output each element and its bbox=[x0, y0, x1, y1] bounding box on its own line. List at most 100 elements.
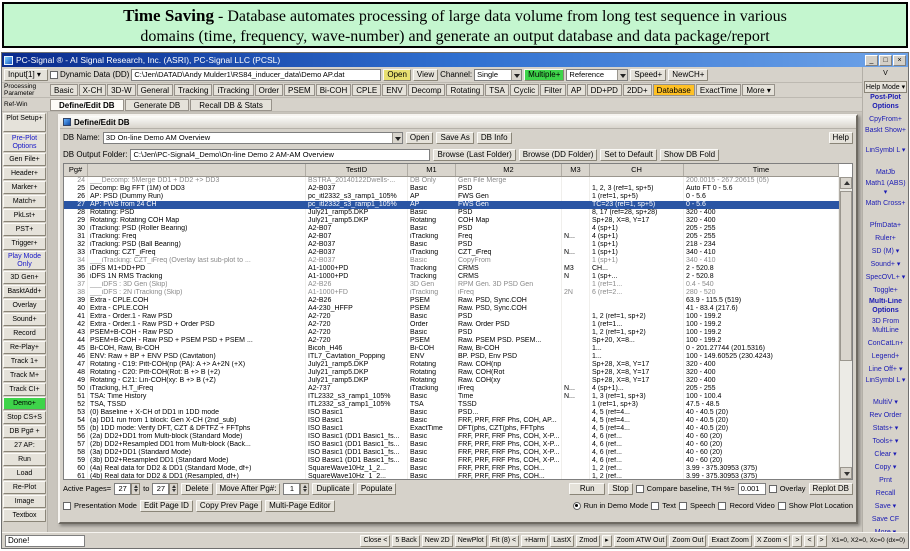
right-sidebar-button[interactable]: Multi-Line Options bbox=[864, 298, 907, 317]
processing-tab[interactable]: Cyclic bbox=[510, 84, 539, 96]
open-dd-button[interactable]: Open bbox=[383, 69, 411, 81]
db-folder-field[interactable]: C:\Jen\PC-Signal4_Demo\On-line Demo 2 AM… bbox=[130, 149, 430, 161]
left-sidebar-button[interactable]: Marker+ bbox=[3, 181, 46, 194]
right-sidebar-button[interactable]: Prnt bbox=[864, 475, 907, 487]
left-sidebar-button[interactable]: PkLst+ bbox=[3, 209, 46, 222]
left-sidebar-button[interactable]: Track M+ bbox=[3, 369, 46, 382]
table-header-cell[interactable]: TestID bbox=[306, 164, 408, 176]
status-bar-button[interactable]: < bbox=[804, 535, 814, 547]
right-sidebar-button[interactable]: Save ▾ bbox=[864, 501, 907, 513]
left-sidebar-button[interactable]: Play Mode Only bbox=[3, 251, 46, 270]
left-sidebar-button[interactable]: Track CI+ bbox=[3, 383, 46, 396]
right-sidebar-button[interactable]: Legend+ bbox=[864, 351, 907, 363]
table-row[interactable]: 45Bi-COH, Raw, Bi-COHBicoh_H46Bi-COHRaw,… bbox=[64, 345, 839, 353]
table-row[interactable]: 57(2b) DD2+Resampled DD1 from Multi-bloc… bbox=[64, 441, 839, 449]
speed-button[interactable]: Speed+ bbox=[630, 69, 666, 81]
left-sidebar-button[interactable]: DB Pg# + bbox=[3, 425, 46, 438]
left-sidebar-button[interactable]: Trigger+ bbox=[3, 237, 46, 250]
table-header-cell[interactable]: Pg# bbox=[64, 164, 88, 176]
maximize-button[interactable]: □ bbox=[879, 55, 892, 66]
table-row[interactable]: 25Decomp: Big FFT (1M) of DD3A2-B037Basi… bbox=[64, 185, 839, 193]
active-pages-to-spinner[interactable]: 27 bbox=[152, 483, 178, 495]
table-row[interactable]: 48Rotating - C20: Pitt-COH(Rot: B +> B (… bbox=[64, 369, 839, 377]
db-save-as-button[interactable]: Save As bbox=[436, 132, 473, 144]
right-sidebar-button[interactable]: Toggle+ bbox=[864, 285, 907, 297]
table-row[interactable]: 53(0) Baseline + X-CH of DD1 in 1DD mode… bbox=[64, 409, 839, 417]
table-row[interactable]: 39Extra - CPLE.COHA2-B26PSEMRaw. PSD, Sy… bbox=[64, 297, 839, 305]
right-sidebar-button[interactable]: 3D From MultLine bbox=[864, 318, 907, 337]
speech-checkbox[interactable] bbox=[679, 502, 687, 510]
table-header-cell[interactable]: M1 bbox=[408, 164, 456, 176]
processing-tab[interactable]: AP bbox=[567, 84, 586, 96]
right-sidebar-button[interactable]: CpyFrom+ bbox=[864, 114, 907, 126]
table-row[interactable]: 44PSEM+B-COH - Raw PSD + PSEM PSD + PSEM… bbox=[64, 337, 839, 345]
table-header-cell[interactable]: M3 bbox=[562, 164, 590, 176]
table-row[interactable]: 41Extra - Order.1 - Raw PSDA2-720BasicPS… bbox=[64, 313, 839, 321]
right-sidebar-button[interactable]: V bbox=[864, 68, 907, 80]
table-row[interactable]: 60(4a) Real data for DD2 & DD1 (Standard… bbox=[64, 465, 839, 473]
duplicate-button[interactable]: Duplicate bbox=[312, 483, 353, 495]
multiple-channel-button[interactable]: Multiple+ bbox=[524, 69, 564, 81]
processing-tab[interactable]: Rotating bbox=[446, 84, 484, 96]
processing-tab[interactable]: ENV bbox=[382, 84, 406, 96]
active-pages-from-spinner[interactable]: 27 bbox=[114, 483, 140, 495]
table-row[interactable]: 37___iDFS : 3D Gen (Skip)A2-B263D GenRPM… bbox=[64, 281, 839, 289]
left-sidebar-button[interactable]: BasktAdd+ bbox=[3, 285, 46, 298]
processing-tab[interactable]: Decomp bbox=[408, 84, 446, 96]
status-bar-button[interactable]: Zoom Out bbox=[669, 535, 706, 547]
view-dd-button[interactable]: View bbox=[413, 69, 438, 81]
left-sidebar-button[interactable]: Re-Play+ bbox=[3, 341, 46, 354]
copy-prev-page-button[interactable]: Copy Prev Page bbox=[196, 500, 262, 512]
dd-path-field[interactable]: C:\Jen\DATAD\Andy Mulder1\RS84_inducer_d… bbox=[131, 69, 381, 81]
browse-dd-folder-button[interactable]: Browse (DD Folder) bbox=[519, 149, 598, 161]
processing-tab[interactable]: Tracking bbox=[174, 84, 212, 96]
processing-tab[interactable]: 2DD+ bbox=[623, 84, 652, 96]
table-row[interactable]: 26AP: PSD (Dummy Run)pc_itl2332_s3_ramp1… bbox=[64, 193, 839, 201]
move-after-button[interactable]: Move After Pg#: bbox=[216, 483, 281, 495]
right-sidebar-button[interactable]: Copy ▾ bbox=[864, 462, 907, 474]
left-sidebar-button[interactable]: Gen File+ bbox=[3, 153, 46, 166]
edit-page-id-button[interactable]: Edit Page ID bbox=[140, 500, 193, 512]
right-sidebar-button[interactable]: Help Mode ▾ bbox=[864, 81, 907, 93]
table-row[interactable]: 58(3a) DD2+DD1 (Standard Mode)ISO Basic1… bbox=[64, 449, 839, 457]
replot-db-button[interactable]: Replot DB bbox=[809, 483, 853, 495]
table-row[interactable]: 43PSEM+B-COH - Raw PSDA2-720BasicPSD1, 2… bbox=[64, 329, 839, 337]
left-sidebar-button[interactable]: Demo+ bbox=[3, 397, 46, 410]
table-row[interactable]: 40Extra - CPLE.COHA4-230_HFFPPSEMRaw. PS… bbox=[64, 305, 839, 313]
left-sidebar-button[interactable]: Pre-Plot Options bbox=[3, 133, 46, 152]
refwin-tab[interactable]: Recall DB & Stats bbox=[190, 99, 272, 111]
set-to-default-button[interactable]: Set to Default bbox=[600, 149, 656, 161]
run-button[interactable]: Run bbox=[569, 483, 605, 495]
right-sidebar-button[interactable]: Sound+ ▾ bbox=[864, 259, 907, 271]
status-bar-button[interactable]: Close < bbox=[360, 535, 390, 547]
table-header-cell[interactable]: Time bbox=[684, 164, 839, 176]
status-bar-button[interactable]: X Zoom < bbox=[754, 535, 791, 547]
spinner-arrows-icon[interactable] bbox=[300, 483, 309, 495]
db-name-combo[interactable]: 3D On-line Demo AM Overview bbox=[103, 132, 403, 144]
right-sidebar-button[interactable]: Tools+ ▾ bbox=[864, 436, 907, 448]
table-row[interactable]: 31iTracking: FreqA2-B07iTrackingFreqN...… bbox=[64, 233, 839, 241]
right-sidebar-button[interactable]: Save CF bbox=[864, 514, 907, 526]
db-info-button[interactable]: DB Info bbox=[477, 132, 512, 144]
status-bar-button[interactable]: 5 Back bbox=[392, 535, 419, 547]
left-sidebar-button[interactable]: Track 1+ bbox=[3, 355, 46, 368]
right-sidebar-button[interactable]: LinSymbl L ▾ bbox=[864, 377, 907, 396]
input-selector-button[interactable]: Input[1] ▾ bbox=[4, 69, 48, 81]
table-row[interactable]: 27AP: FWS from 24 CHpc_itl2332_s3_ramp1_… bbox=[64, 201, 839, 209]
processing-tab[interactable]: 3D-W bbox=[107, 84, 135, 96]
status-bar-button[interactable]: LastX bbox=[550, 535, 574, 547]
right-sidebar-button[interactable]: Clear ▾ bbox=[864, 449, 907, 461]
table-header-cell[interactable] bbox=[88, 164, 306, 176]
browse-last-folder-button[interactable]: Browse (Last Folder) bbox=[433, 149, 515, 161]
right-sidebar-button[interactable]: Rev Order bbox=[864, 410, 907, 422]
spinner-arrows-icon[interactable] bbox=[169, 483, 178, 495]
right-sidebar-button[interactable]: Recall bbox=[864, 488, 907, 500]
threshold-field[interactable]: 0.001 bbox=[738, 483, 766, 495]
table-scrollbar[interactable] bbox=[839, 177, 852, 479]
table-row[interactable]: 52TSA, TSSDITL2332_s3_ramp1_105%TSATSSD1… bbox=[64, 401, 839, 409]
delete-button[interactable]: Delete bbox=[181, 483, 212, 495]
processing-tab[interactable]: X-CH bbox=[79, 84, 107, 96]
table-row[interactable]: 61(4b) Real data for DD2 & DD1 (Resample… bbox=[64, 473, 839, 479]
overlay-checkbox[interactable] bbox=[769, 485, 777, 493]
right-sidebar-button[interactable]: ConCatLn+ bbox=[864, 338, 907, 350]
